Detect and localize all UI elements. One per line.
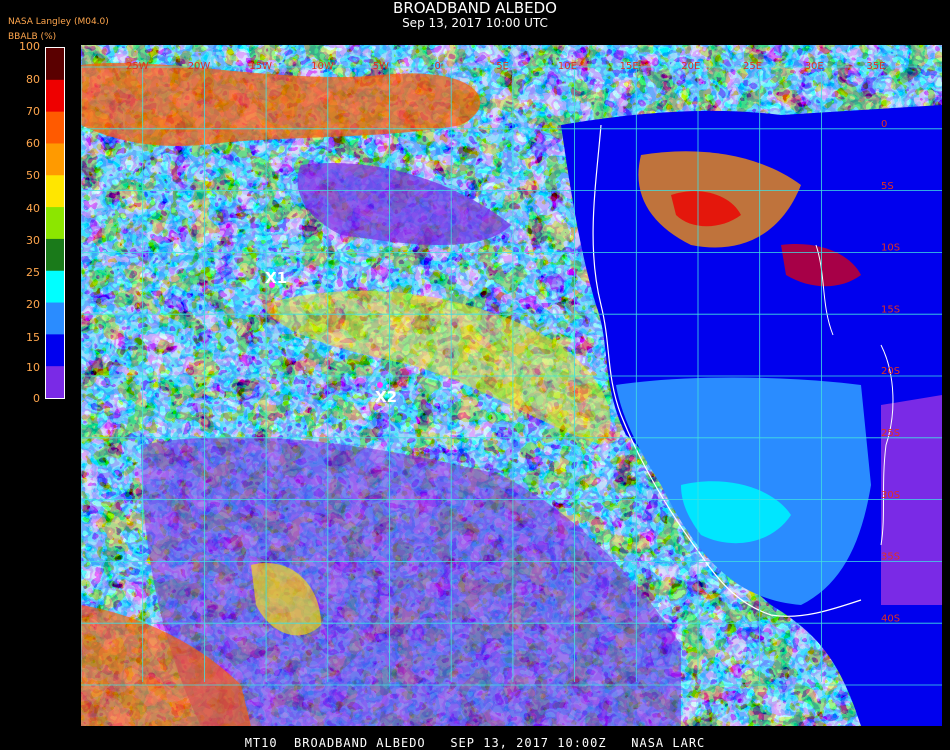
colorbar-tick-label: 80	[26, 73, 40, 86]
latitude-label: 30S	[881, 490, 900, 501]
longitude-label: 10E	[558, 61, 577, 72]
latitude-label: 40S	[881, 613, 900, 624]
colorbar-tick-label: 50	[26, 169, 40, 182]
colorbar-tick-label: 20	[26, 298, 40, 311]
colorbar-band	[46, 111, 64, 144]
colorbar	[45, 47, 65, 399]
colorbar-band	[46, 270, 64, 304]
org-label: NASA Langley (M04.0)	[8, 17, 109, 27]
footer-caption: MT10 BROADBAND ALBEDO SEP 13, 2017 10:00…	[244, 736, 706, 750]
longitude-label: 5E	[496, 61, 509, 72]
latitude-label: 5S	[881, 181, 894, 192]
longitude-label: 25W	[126, 61, 149, 72]
longitude-label: 30E	[805, 61, 824, 72]
longitude-label: 15W	[249, 61, 272, 72]
longitude-label: 5W	[373, 61, 389, 72]
colorbar-tick-label: 70	[26, 105, 40, 118]
colorbar-tick-label: 15	[26, 331, 40, 344]
albedo-map: 25W 20W 15W 10W 5W 0 5E 10E 15E 20E 25E 30E 35E 0 5S 10…	[81, 45, 942, 726]
colorbar-swatches	[46, 48, 64, 398]
colorbar-band	[46, 48, 64, 81]
map-timestamp: Sep 13, 2017 10:00 UTC	[402, 16, 548, 30]
latitude-label: 0	[881, 119, 887, 130]
colorbar-band	[46, 207, 64, 240]
colorbar-band	[46, 238, 64, 272]
latitude-label: 35S	[881, 552, 900, 563]
colorbar-tick-label: 30	[26, 234, 40, 247]
colorbar-tick-label: 60	[26, 137, 40, 150]
colorbar-band	[46, 143, 64, 176]
longitude-label: 15E	[620, 61, 639, 72]
latitude-label: 25S	[881, 428, 900, 439]
colorbar-band	[46, 334, 64, 367]
colorbar-tick-label: 10	[26, 361, 40, 374]
longitude-label: 20E	[681, 61, 700, 72]
longitude-label: 20W	[188, 61, 211, 72]
colorbar-tick-label: 25	[26, 266, 40, 279]
colorbar-band	[46, 79, 64, 113]
colorbar-tick-label: 0	[33, 392, 40, 405]
colorbar-tick-label: 40	[26, 202, 40, 215]
marker-x1-label: X1	[265, 269, 287, 287]
map-title: BROADBAND ALBEDO	[393, 0, 557, 17]
colorbar-band	[46, 302, 64, 335]
colorbar-band	[46, 366, 64, 398]
colorbar-band	[46, 175, 64, 208]
longitude-label: 0	[435, 61, 441, 72]
longitude-label: 25E	[743, 61, 762, 72]
marker-x2-label: X2	[375, 388, 397, 406]
colorbar-tick-label: 100	[19, 40, 40, 53]
longitude-label: 35E	[866, 61, 885, 72]
longitude-label: 10W	[311, 61, 334, 72]
latitude-label: 10S	[881, 243, 900, 254]
latitude-label: 15S	[881, 304, 900, 315]
latitude-label: 20S	[881, 366, 900, 377]
